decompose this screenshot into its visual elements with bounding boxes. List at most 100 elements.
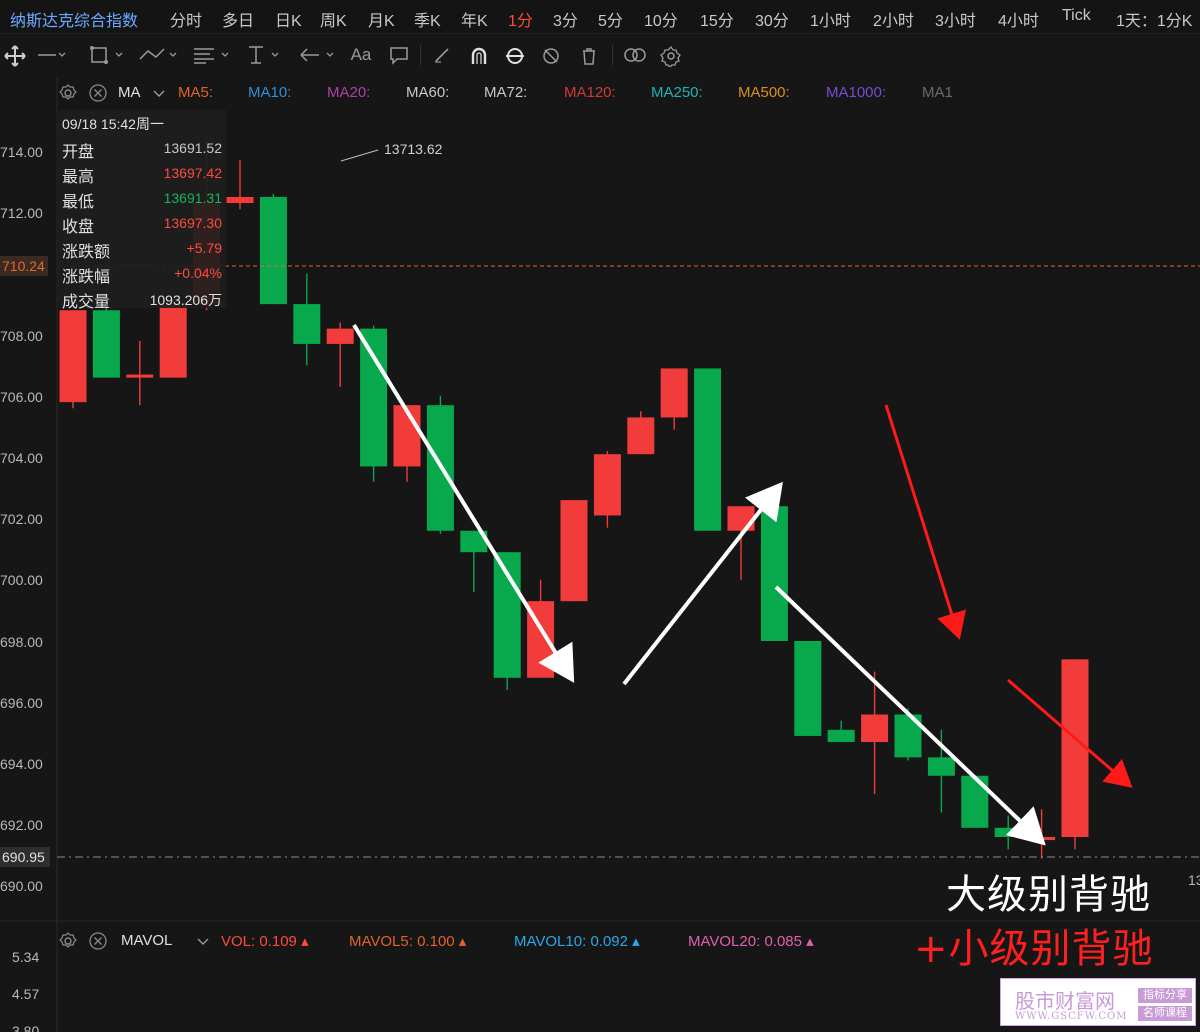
tab-timeframe-9[interactable]: 3分 [553, 7, 578, 31]
sync-icon[interactable] [500, 43, 530, 67]
watermark-tag-share: 指标分享 [1138, 988, 1192, 1003]
price-tick: 690.00 [0, 878, 43, 894]
candle-body [694, 368, 722, 531]
legend-mavol10: MAVOL10: 0.092 ▴ [514, 933, 640, 950]
watermark-title: 股市财富网 [1015, 989, 1115, 1013]
infobox-label: 最高 [62, 169, 95, 186]
candle-body [360, 328, 388, 467]
indicator-name[interactable]: MA [118, 84, 141, 101]
chevron-down-icon[interactable] [196, 931, 210, 955]
close-volume-icon[interactable] [88, 931, 108, 955]
chevron-down-icon[interactable] [152, 83, 166, 107]
candle-body [59, 310, 87, 403]
high-annotation: 13713.62 [384, 141, 443, 157]
tab-timeframe-14[interactable]: 1小时 [810, 7, 851, 31]
tab-timeframe-13[interactable]: 30分 [755, 7, 789, 31]
legend-ma120: MA120: [564, 84, 616, 101]
drawing-toolbar: Aa [0, 35, 1200, 77]
volume-axis: 5.34 4.57 3.80 [12, 949, 39, 1032]
candle-body [760, 506, 788, 641]
overlay-text-minor-divergence: +小级别背驰 [914, 926, 1154, 972]
legend-ma250: MA250: [651, 84, 703, 101]
candle-body [126, 374, 154, 378]
infobox-label: 最低 [62, 194, 95, 211]
legend-ma72: MA72: [484, 84, 528, 101]
close-indicator-icon[interactable] [88, 83, 108, 107]
infobox-value: +0.04% [174, 265, 222, 281]
high-annotation-leader [340, 149, 379, 162]
volume-settings-icon[interactable] [58, 931, 78, 955]
tab-timeframe-11[interactable]: 10分 [644, 7, 678, 31]
tab-day-1min[interactable]: 1天：1分K [1116, 7, 1192, 31]
candle-body [627, 417, 655, 455]
pencil-icon[interactable] [428, 43, 458, 67]
comment-icon[interactable] [384, 43, 414, 67]
candle-body [560, 500, 588, 602]
last-price-label: 690.95 [2, 849, 45, 865]
down-arrow-1 [352, 323, 575, 683]
infobox-value: 13697.30 [163, 215, 222, 231]
tab-timeframe-18[interactable]: Tick [1062, 7, 1091, 25]
tab-timeframe-10[interactable]: 5分 [598, 7, 623, 31]
tab-timeframe-12[interactable]: 15分 [700, 7, 734, 31]
red-arrow-1 [884, 404, 967, 640]
candle-body [593, 454, 621, 516]
watermark-logo: 股市财富网 WWW.GSCFW.COM 指标分享 名师课程 [1000, 978, 1196, 1026]
price-tick: 712.00 [0, 205, 43, 221]
tab-timeframe-3[interactable]: 日K [275, 7, 302, 31]
tab-timeframe-4[interactable]: 周K [320, 7, 347, 31]
tab-timeframe-15[interactable]: 2小时 [873, 7, 914, 31]
settings-icon[interactable] [656, 43, 686, 67]
text-tool-icon[interactable]: Aa [346, 43, 376, 67]
ohlc-infobox: 09/18 15:42周一 开盘 13691.52 最高 13697.42 最低… [56, 110, 226, 311]
tab-timeframe-2[interactable]: 多日 [222, 7, 254, 31]
candle-body [259, 196, 287, 305]
current-price-label: 710.24 [2, 258, 45, 274]
tab-timeframe-16[interactable]: 3小时 [935, 7, 976, 31]
tab-timeframe-6[interactable]: 季K [414, 7, 441, 31]
move-icon[interactable] [0, 43, 30, 67]
tab-timeframe-7[interactable]: 年K [461, 7, 488, 31]
indicator-settings-icon[interactable] [58, 83, 78, 107]
tab-timeframe-5[interactable]: 月K [368, 7, 395, 31]
arrow-tool-icon[interactable] [296, 43, 342, 67]
watermark-url: WWW.GSCFW.COM [1015, 1011, 1128, 1022]
fibonacci-tool-icon[interactable] [190, 43, 234, 67]
trash-icon[interactable] [574, 43, 604, 67]
rectangle-tool-icon[interactable] [86, 43, 128, 67]
infobox-label: 涨跌幅 [62, 269, 111, 286]
price-tick: 714.00 [0, 144, 43, 160]
compare-icon[interactable] [620, 43, 650, 67]
price-tick: 700.00 [0, 572, 43, 588]
price-tick: 692.00 [0, 817, 43, 833]
candle-body [660, 368, 688, 418]
instrument-title[interactable]: 纳斯达克综合指数 [10, 7, 138, 31]
legend-ma1: MA1 [922, 84, 953, 101]
candle-body [927, 757, 955, 776]
hide-drawings-icon[interactable] [536, 43, 566, 67]
candle-body [994, 827, 1022, 837]
infobox-value: 1093.206万 [149, 292, 222, 308]
right-edge-label: 13 [1188, 872, 1200, 888]
magnet-icon[interactable] [464, 43, 494, 67]
path-tool-icon[interactable] [136, 43, 182, 67]
tab-timeframe-8[interactable]: 1分 [508, 7, 533, 31]
candle-body [293, 304, 321, 344]
measure-tool-icon[interactable] [242, 43, 286, 67]
candle-body [92, 310, 120, 378]
volume-indicator-name[interactable]: MAVOL [121, 932, 172, 949]
candle-body [159, 304, 187, 378]
infobox-value: 13691.52 [163, 140, 222, 156]
legend-ma1000: MA1000: [826, 84, 887, 101]
candle-body [961, 775, 989, 828]
tab-timeframe-1[interactable]: 分时 [170, 7, 202, 31]
tab-timeframe-17[interactable]: 4小时 [998, 7, 1039, 31]
line-tool-icon[interactable] [34, 43, 68, 67]
candle-body [827, 729, 855, 743]
volume-tick: 5.34 [12, 949, 39, 965]
infobox-label: 涨跌额 [62, 244, 111, 261]
infobox-value: 13691.31 [163, 190, 222, 206]
candle-body [727, 506, 755, 531]
watermark-tag-course: 名师课程 [1138, 1006, 1192, 1021]
candle-body [1028, 837, 1056, 841]
